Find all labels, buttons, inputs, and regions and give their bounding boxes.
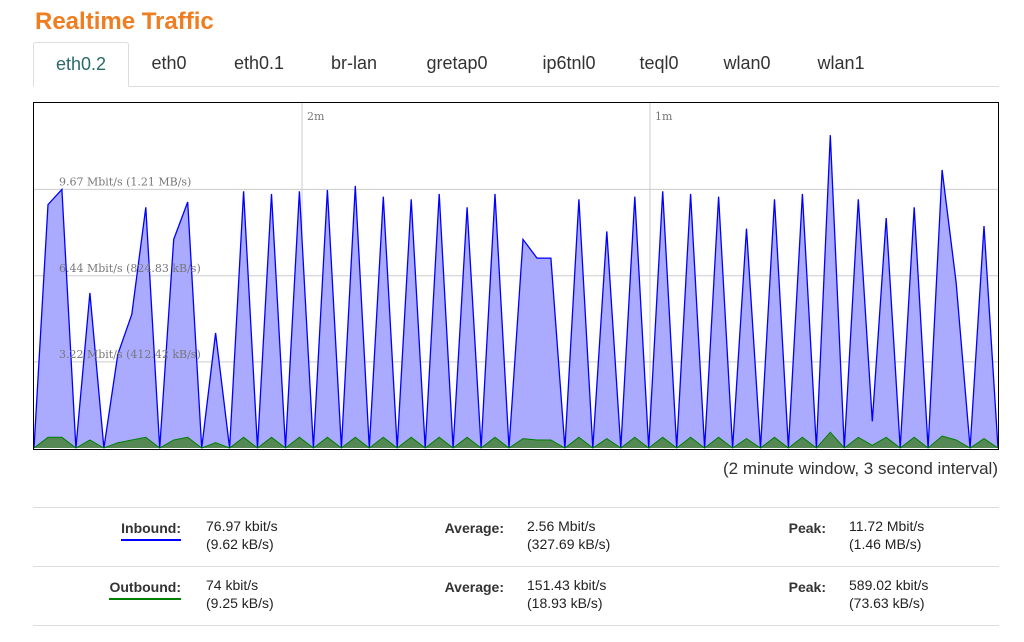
tab-wlan0[interactable]: wlan0 — [709, 42, 785, 85]
traffic-stats-table: Inbound: 76.97 kbit/s (9.62 kB/s) Averag… — [33, 507, 999, 626]
tab-eth0[interactable]: eth0 — [135, 42, 203, 85]
y-gridline-label: 3.22 Mbit/s (412.42 kB/s) — [59, 348, 201, 361]
inbound-average-bytes: (327.69 kB/s) — [527, 536, 611, 552]
time-marker-label: 1m — [655, 110, 673, 123]
outbound-current: 74 kbit/s (9.25 kB/s) — [206, 576, 274, 612]
outbound-current-bytes: (9.25 kB/s) — [206, 595, 274, 611]
chart-window-note: (2 minute window, 3 second interval) — [723, 459, 998, 478]
tab-gretap0[interactable]: gretap0 — [408, 42, 506, 85]
tab-ip6tnl0[interactable]: ip6tnl0 — [521, 42, 617, 85]
outbound-peak-bits: 589.02 kbit/s — [849, 577, 929, 593]
outbound-average-bytes: (18.93 kB/s) — [527, 595, 603, 611]
outbound-average: 151.43 kbit/s (18.93 kB/s) — [527, 576, 606, 612]
outbound-peak-label: Peak: — [788, 579, 826, 595]
y-gridline-label: 6.44 Mbit/s (824.83 kB/s) — [59, 262, 201, 275]
tab-teql0[interactable]: teql0 — [626, 42, 692, 85]
outbound-peak: 589.02 kbit/s (73.63 kB/s) — [849, 576, 928, 612]
outbound-average-label: Average: — [444, 579, 504, 595]
page-title: Realtime Traffic — [35, 8, 214, 35]
inbound-peak-bytes: (1.46 MB/s) — [849, 536, 922, 552]
outbound-current-bits: 74 kbit/s — [206, 577, 259, 593]
outbound-label: Outbound: — [109, 579, 181, 600]
inbound-label: Inbound: — [121, 520, 181, 541]
inbound-current-bytes: (9.62 kB/s) — [206, 536, 274, 552]
time-marker-label: 2m — [307, 110, 325, 123]
y-gridline-label: 9.67 Mbit/s (1.21 MB/s) — [59, 175, 191, 188]
inbound-peak-bits: 11.72 Mbit/s — [849, 518, 925, 534]
tab-wlan1[interactable]: wlan1 — [801, 42, 881, 85]
inbound-current-bits: 76.97 kbit/s — [206, 518, 278, 534]
tab-eth0-2[interactable]: eth0.2 — [33, 42, 129, 87]
traffic-chart-svg: 9.67 Mbit/s (1.21 MB/s) 6.44 Mbit/s (824.… — [34, 103, 998, 449]
tab-br-lan[interactable]: br-lan — [315, 42, 393, 85]
inbound-peak: 11.72 Mbit/s (1.46 MB/s) — [849, 517, 924, 553]
inbound-stats-row: Inbound: 76.97 kbit/s (9.62 kB/s) Averag… — [33, 507, 999, 566]
inbound-average-label: Average: — [444, 520, 504, 536]
inbound-average-bits: 2.56 Mbit/s — [527, 518, 596, 534]
inbound-peak-label: Peak: — [788, 520, 826, 536]
interface-tabs: eth0.2 eth0 eth0.1 br-lan gretap0 ip6tnl… — [33, 42, 999, 87]
tab-eth0-1[interactable]: eth0.1 — [219, 42, 299, 85]
inbound-average: 2.56 Mbit/s (327.69 kB/s) — [527, 517, 610, 553]
outbound-stats-row: Outbound: 74 kbit/s (9.25 kB/s) Average:… — [33, 566, 999, 626]
outbound-average-bits: 151.43 kbit/s — [527, 577, 607, 593]
inbound-current: 76.97 kbit/s (9.62 kB/s) — [206, 517, 278, 553]
outbound-peak-bytes: (73.63 kB/s) — [849, 595, 925, 611]
traffic-chart: 9.67 Mbit/s (1.21 MB/s) 6.44 Mbit/s (824.… — [33, 102, 999, 450]
